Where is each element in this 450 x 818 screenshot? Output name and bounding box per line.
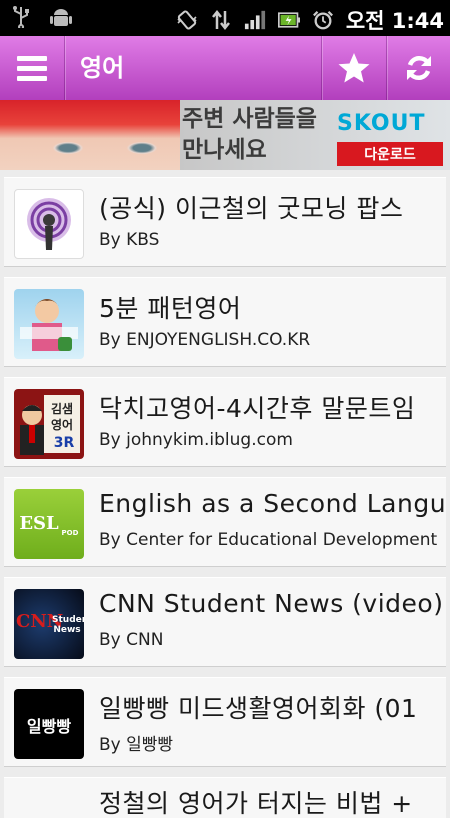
- refresh-button[interactable]: [387, 36, 450, 100]
- podcast-title: 정철의 영어가 터지는 비법 +: [99, 789, 413, 818]
- podcast-title: CNN Student News (video): [99, 589, 444, 618]
- status-time: 오전 1:44: [345, 9, 444, 33]
- action-bar: 영어: [0, 36, 450, 101]
- refresh-icon: [407, 55, 431, 81]
- android-debug-icon: [50, 6, 72, 28]
- thumbnail-caption: 일빵빵: [26, 717, 72, 736]
- thumbnail-caption: 김샘 영어: [50, 402, 74, 432]
- list-item[interactable]: 일빵빵 일빵빵 미드생활영어회화 (01 By 일빵빵: [4, 677, 446, 767]
- thumbnail-caption: ESL: [19, 513, 59, 534]
- banner-download-button[interactable]: 다운로드: [337, 142, 443, 166]
- alarm-icon: [312, 9, 334, 31]
- thumbnail-caption: CNN: [16, 611, 64, 632]
- podcast-author: By ENJOYENGLISH.CO.KR: [99, 330, 311, 350]
- thumbnail-badge: 3R: [53, 435, 75, 451]
- podcast-author: By johnykim.iblug.com: [99, 430, 293, 450]
- podcast-thumbnail: 김샘 영어 3R: [14, 389, 84, 459]
- list-item[interactable]: (공식) 이근철의 굿모닝 팝스 By KBS: [4, 177, 446, 267]
- list-item[interactable]: 김샘 영어 3R 닥치고영어-4시간후 말문트임 By johnykim.ibl…: [4, 377, 446, 467]
- battery-icon: [277, 9, 300, 31]
- banner-logo-text: SKOUT: [337, 110, 426, 136]
- podcast-author: By KBS: [99, 230, 160, 250]
- podcast-thumbnail: 일빵빵: [14, 689, 84, 759]
- menu-button[interactable]: [0, 36, 64, 100]
- podcast-thumbnail: ESL POD: [14, 489, 84, 559]
- signal-icon: [244, 9, 266, 31]
- list-item[interactable]: 정철의 영어가 터지는 비법 +: [4, 777, 446, 818]
- list-item[interactable]: CNN Student News CNN Student News (video…: [4, 577, 446, 667]
- podcast-icon: [14, 189, 84, 259]
- banner-ad[interactable]: 주변 사람들을 만나세요 SKOUT 다운로드: [0, 100, 450, 170]
- banner-logo: SKOUT: [337, 108, 441, 138]
- list-item[interactable]: 5분 패턴영어 By ENJOYENGLISH.CO.KR: [4, 277, 446, 367]
- podcast-author: By Center for Educational Development: [99, 530, 438, 550]
- thumbnail-badge: Student News: [52, 615, 84, 635]
- podcast-author: By 일빵빵: [99, 735, 174, 755]
- favorite-button[interactable]: [322, 36, 386, 100]
- cartoon-teacher-thumbnail: [14, 289, 84, 359]
- podcast-title: (공식) 이근철의 굿모닝 팝스: [99, 194, 404, 223]
- podcast-title: 닥치고영어-4시간후 말문트임: [99, 394, 416, 423]
- action-bar-divider: [64, 36, 65, 100]
- podcast-title: 5분 패턴영어: [99, 294, 242, 323]
- podcast-title: 일빵빵 미드생활영어회화 (01: [99, 694, 418, 723]
- banner-photo: [0, 100, 180, 170]
- status-bar: 오전 1:44: [0, 0, 450, 36]
- menu-icon: [17, 56, 47, 81]
- usb-icon: [10, 6, 32, 28]
- podcast-title: English as a Second Language: [99, 489, 446, 518]
- podcast-thumbnail: CNN Student News: [14, 589, 84, 659]
- vibrate-icon: [176, 9, 198, 31]
- podcast-author: By CNN: [99, 630, 164, 650]
- thumbnail-badge: POD: [61, 529, 79, 537]
- page-title: 영어: [80, 54, 125, 82]
- list-item[interactable]: ESL POD English as a Second Language By …: [4, 477, 446, 567]
- data-transfer-icon: [210, 9, 232, 31]
- star-icon: [338, 53, 370, 83]
- banner-text: 주변 사람들을 만나세요: [182, 106, 317, 163]
